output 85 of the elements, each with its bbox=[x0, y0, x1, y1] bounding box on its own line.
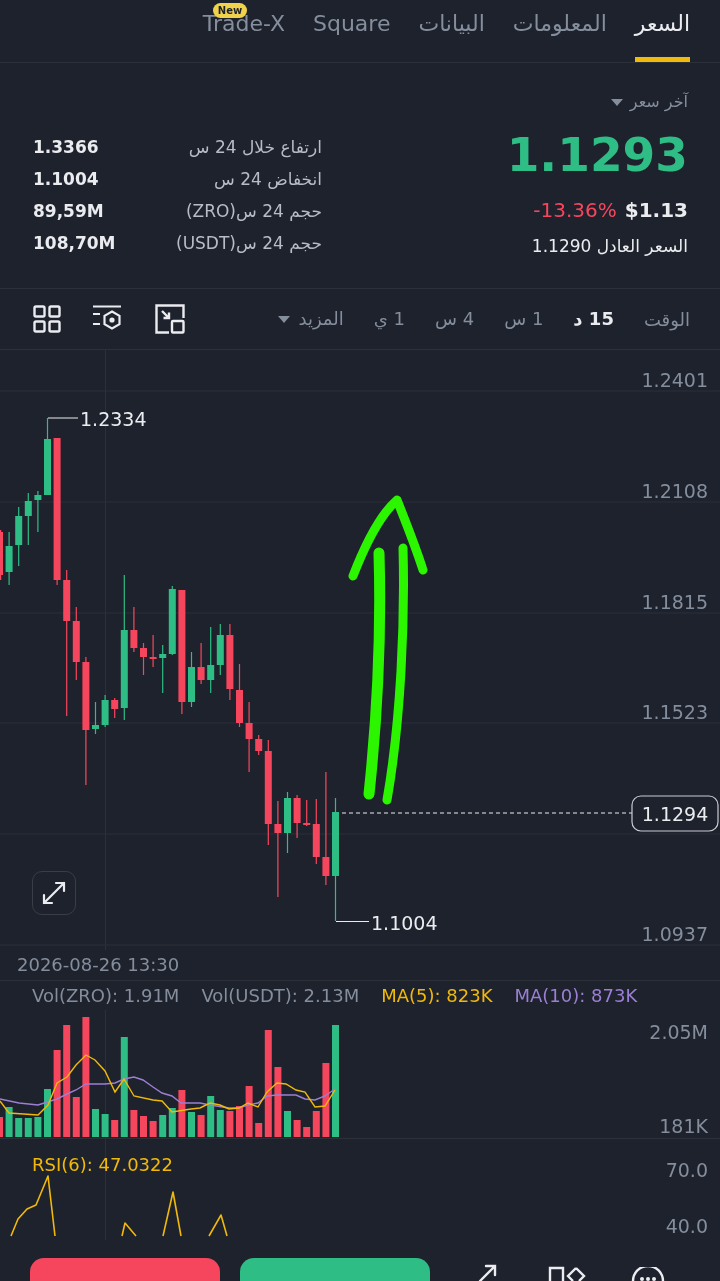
usd-price: $1.13 bbox=[624, 197, 688, 224]
volume-bar bbox=[44, 1089, 51, 1137]
grid-icon[interactable] bbox=[33, 305, 61, 333]
square-diamond-icon[interactable] bbox=[548, 1266, 586, 1281]
axis-label: 2.05M bbox=[649, 1021, 708, 1043]
candle bbox=[197, 642, 205, 685]
candle bbox=[236, 663, 243, 728]
interval-label: الوقت bbox=[643, 308, 690, 330]
volume-bar bbox=[0, 1117, 3, 1137]
expand-button[interactable] bbox=[32, 871, 76, 915]
legend-text: MA(5): 823K bbox=[381, 985, 493, 1006]
tab[interactable]: Square bbox=[313, 0, 391, 62]
volume-bar bbox=[130, 1110, 138, 1137]
volume-bar bbox=[197, 1115, 205, 1137]
price-change: -13.36% bbox=[533, 197, 617, 224]
volume-bar bbox=[92, 1109, 99, 1137]
rsi-legend: RSI(6): 47.0322 bbox=[32, 1153, 173, 1175]
volume-bar bbox=[274, 1067, 282, 1137]
high-price-label: 1.2334 bbox=[80, 408, 147, 430]
tab[interactable]: Trade-X New bbox=[202, 0, 285, 62]
candle bbox=[5, 531, 13, 586]
candle bbox=[284, 791, 291, 854]
volume-bar bbox=[149, 1121, 157, 1137]
candle bbox=[149, 634, 157, 668]
timestamp: 2026-08-26 13:30 bbox=[17, 953, 180, 977]
stat-label: حجم 24 س(ZRO) bbox=[185, 200, 322, 223]
volume-bar bbox=[140, 1116, 147, 1137]
interval-tab[interactable]: 4 س bbox=[435, 305, 475, 333]
leader-line bbox=[47, 417, 79, 419]
leader-line bbox=[335, 921, 370, 922]
low-price-label: 1.1004 bbox=[371, 912, 438, 934]
tab-indicator bbox=[634, 57, 690, 62]
interval-tab[interactable]: 1 س bbox=[504, 305, 544, 333]
last-price: 1.1293 bbox=[506, 127, 688, 183]
expand-icon bbox=[41, 880, 67, 906]
volume-bar bbox=[236, 1106, 243, 1137]
stat-value: 108,70M bbox=[33, 232, 116, 255]
legend-text: Vol(ZRO): 1.91M bbox=[32, 985, 180, 1006]
stat-label: حجم 24 س(USDT) bbox=[176, 232, 322, 255]
more-button[interactable]: المزيد bbox=[278, 305, 344, 333]
fair-price: السعر العادل 1.1290 bbox=[531, 235, 688, 258]
tab[interactable]: البيانات bbox=[418, 0, 485, 62]
stat-value: 89,59M bbox=[33, 200, 104, 223]
axis-label: 1.1523 bbox=[641, 701, 708, 723]
axis-label: 1.2401 bbox=[641, 369, 708, 391]
volume-bar bbox=[101, 1114, 109, 1137]
more-icon[interactable] bbox=[631, 1267, 665, 1281]
tab[interactable]: المعلومات bbox=[512, 0, 607, 62]
volume-bar bbox=[178, 1090, 186, 1137]
volume-bar bbox=[293, 1120, 301, 1137]
candle bbox=[34, 490, 42, 533]
axis-label: 70.0 bbox=[665, 1159, 708, 1181]
interval-tab[interactable]: 15 د bbox=[573, 305, 614, 333]
volume-bar bbox=[226, 1111, 234, 1137]
current-price-tag: 1.1294 bbox=[631, 795, 719, 832]
legend-text: Vol(USDT): 2.13M bbox=[201, 985, 360, 1006]
candle bbox=[188, 651, 195, 708]
candle bbox=[293, 794, 301, 839]
interval-tab[interactable]: 1 ي bbox=[373, 305, 406, 333]
volume-bar bbox=[245, 1086, 253, 1137]
volume-bar bbox=[5, 1107, 13, 1137]
candle bbox=[130, 606, 138, 653]
legend-text: MA(10): 873K bbox=[514, 985, 638, 1006]
arrow-square-icon[interactable] bbox=[155, 304, 185, 334]
candle bbox=[0, 529, 3, 581]
axis-label: 1.1815 bbox=[641, 591, 708, 613]
stat-label: انخفاض 24 س bbox=[214, 168, 322, 191]
caret-down-icon bbox=[610, 98, 623, 106]
volume-bar bbox=[284, 1111, 291, 1137]
tab[interactable]: السعر bbox=[634, 0, 690, 62]
axis-label: 1.0937 bbox=[641, 923, 708, 945]
stat-label: ارتفاع خلال 24 س bbox=[188, 136, 322, 160]
axis-label: 181K bbox=[659, 1115, 708, 1137]
candle bbox=[140, 642, 147, 676]
price-type-dropdown[interactable]: آخر سعر bbox=[610, 89, 688, 115]
axis-label: 40.0 bbox=[665, 1215, 708, 1237]
candle bbox=[92, 701, 99, 735]
volume-bar bbox=[188, 1112, 195, 1137]
caret-down-icon bbox=[278, 315, 291, 323]
stat-value: 1.3366 bbox=[33, 136, 99, 159]
candle bbox=[101, 694, 109, 728]
candle bbox=[245, 701, 253, 773]
volume-bar bbox=[34, 1117, 42, 1137]
axis-label: 1.2108 bbox=[641, 480, 708, 502]
stat-value: 1.1004 bbox=[33, 168, 99, 191]
